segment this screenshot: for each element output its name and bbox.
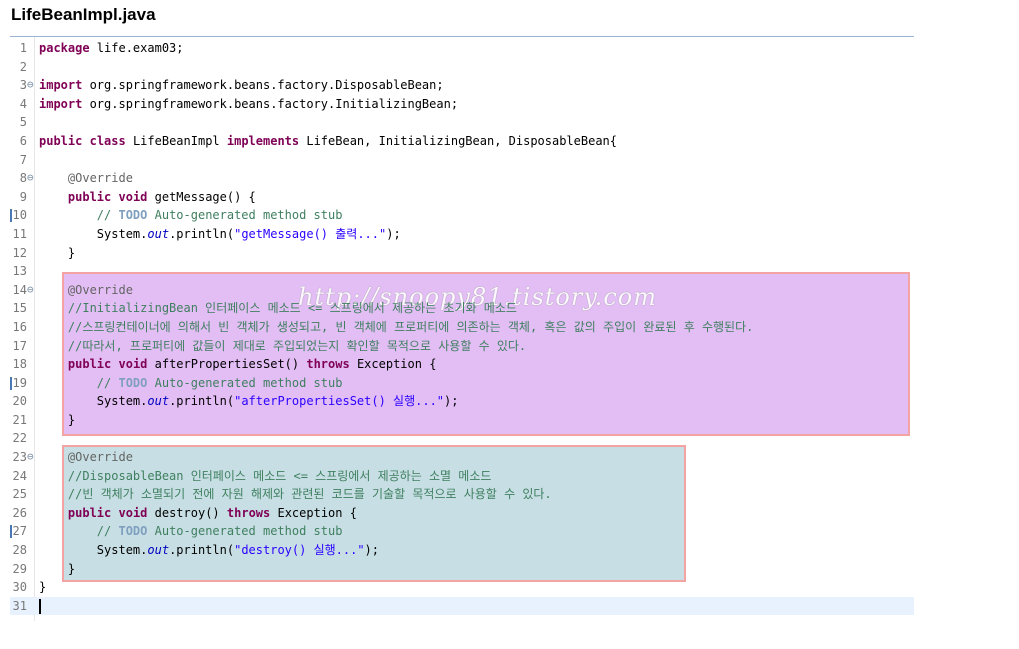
code-lines: 1 package life.exam03; 2 3 ⊖ import org.spr… [10,39,914,616]
code-line-24: 24 //DisposableBean 인터페이스 메소드 <= 스프링에서 제… [10,467,914,486]
code-text: //스프링컨테이너에 의해서 빈 객체가 생성되고, 빈 객체에 프로퍼티에 의… [67,319,754,334]
code-text: package life.exam03; [39,41,184,55]
code-line-12: 12 } [10,244,914,263]
line-number: 6 [19,133,27,148]
line-number: 24 [12,468,27,483]
code-line-19: 19 // TODO Auto-generated method stub [10,374,914,393]
code-line-4: 4 import org.springframework.beans.factor… [10,95,914,114]
line-number: 4 [19,96,27,111]
code-line-8: 8 ⊖ @Override [10,169,914,188]
code-line-2: 2 [10,58,914,77]
line-number: 11 [12,226,27,241]
code-editor[interactable]: http://snoopy81.tistory.com 1 package lif… [10,36,914,621]
code-text: public void destroy() throws Exception { [67,505,357,520]
code-line-30: 30} [10,578,914,597]
code-text: // TODO Auto-generated method stub [39,208,343,223]
collapse-toggle-icon[interactable]: ⊖ [27,281,34,300]
line-number: 31 [12,598,27,613]
file-title: LifeBeanImpl.java [11,5,156,24]
line-number: 13 [12,264,27,279]
code-line-1: 1 package life.exam03; [10,39,914,58]
code-text: import org.springframework.beans.factory… [39,78,444,93]
collapse-toggle-icon[interactable]: ⊖ [27,448,34,467]
collapse-toggle-icon[interactable]: ⊖ [27,76,34,95]
code-line-15: 15 //InitializingBean 인터페이스 메소드 <= 스프링에서… [10,299,914,318]
code-line-17: 17 //따라서, 프로퍼티에 값들이 제대로 주입되었는지 확인할 목적으로 … [10,337,914,356]
code-line-21: 21 } [10,411,914,430]
code-text: } [39,580,47,595]
line-number: 8 [19,171,27,186]
code-line-26: 26 public void destroy() throws Exceptio… [10,504,914,523]
code-line-6: 6 public class LifeBeanImpl implements Li… [10,132,914,151]
code-text: } [39,245,76,260]
code-text: @Override [67,450,133,465]
code-line-20: 20 System.out.println("afterPropertiesSe… [10,392,914,411]
line-number: 3 [19,78,27,93]
line-number: 23 [12,450,27,465]
code-text: public class LifeBeanImpl implements Lif… [39,133,618,148]
code-line-18: 18 public void afterPropertiesSet() thro… [10,355,914,374]
code-text: // TODO Auto-generated method stub [39,375,343,390]
code-text[interactable] [39,597,41,616]
line-number: 20 [12,394,27,409]
code-line-5: 5 [10,113,914,132]
line-number: 27 [12,524,27,539]
code-text: System.out.println("destroy() 실행..."); [39,543,379,558]
code-text: } [39,412,76,427]
code-line-16: 16 //스프링컨테이너에 의해서 빈 객체가 생성되고, 빈 객체에 프로퍼티… [10,318,914,337]
code-line-3: 3 ⊖ import org.springframework.beans.facto… [10,76,914,95]
line-number: 1 [19,41,27,55]
code-text: System.out.println("getMessage() 출력...")… [39,226,401,241]
code-text: System.out.println("afterPropertiesSet()… [39,394,459,409]
line-number: 7 [19,152,27,167]
code-line-11: 11 System.out.println("getMessage() 출력..… [10,225,914,244]
code-line-22: 22 [10,429,914,448]
line-number: 9 [19,189,27,204]
collapse-toggle-icon[interactable]: ⊖ [27,169,34,188]
text-cursor [39,598,41,614]
code-text: //DisposableBean 인터페이스 메소드 <= 스프링에서 제공하는… [67,468,492,483]
code-line-14: 14 ⊖ @Override [10,281,914,300]
line-number: 17 [12,338,27,353]
code-text: @Override [67,171,133,186]
line-number: 29 [12,561,27,576]
line-number: 19 [12,375,27,390]
code-line-28: 28 System.out.println("destroy() 실행...")… [10,541,914,560]
line-number: 14 [12,282,27,297]
line-number: 16 [12,319,27,334]
code-line-10: 10 // TODO Auto-generated method stub [10,206,914,225]
code-line-27: 27 // TODO Auto-generated method stub [10,522,914,541]
code-line-25: 25 //빈 객체가 소멸되기 전에 자원 해제와 관련된 코드를 기술할 목적… [10,485,914,504]
line-number: 5 [19,115,27,130]
code-text: //따라서, 프로퍼티에 값들이 제대로 주입되었는지 확인할 목적으로 사용할… [67,338,527,353]
code-text: public void getMessage() { [67,189,256,204]
code-line-9: 9 public void getMessage() { [10,188,914,207]
line-number: 22 [12,431,27,446]
line-number: 18 [12,357,27,372]
code-text: public void afterPropertiesSet() throws … [67,357,437,372]
code-line-7: 7 [10,151,914,170]
code-text: // TODO Auto-generated method stub [39,524,343,539]
line-number: 10 [12,208,27,223]
code-line-13: 13 [10,262,914,281]
line-number: 15 [12,301,27,316]
line-number: 21 [12,412,27,427]
line-number: 30 [12,580,27,595]
line-number: 28 [12,543,27,558]
code-line-29: 29 } [10,560,914,579]
code-text: @Override [67,282,133,297]
line-number: 26 [12,505,27,520]
code-text: } [39,561,76,576]
code-text: //InitializingBean 인터페이스 메소드 <= 스프링에서 제공… [67,301,517,316]
line-number: 2 [19,59,27,74]
line-number: 25 [12,487,27,502]
code-line-31-current[interactable]: 31 [10,596,914,616]
code-text: //빈 객체가 소멸되기 전에 자원 해제와 관련된 코드를 기술할 목적으로 … [67,487,552,502]
code-text: import org.springframework.beans.factory… [39,96,459,111]
line-number: 12 [12,245,27,260]
code-line-23: 23 ⊖ @Override [10,448,914,467]
